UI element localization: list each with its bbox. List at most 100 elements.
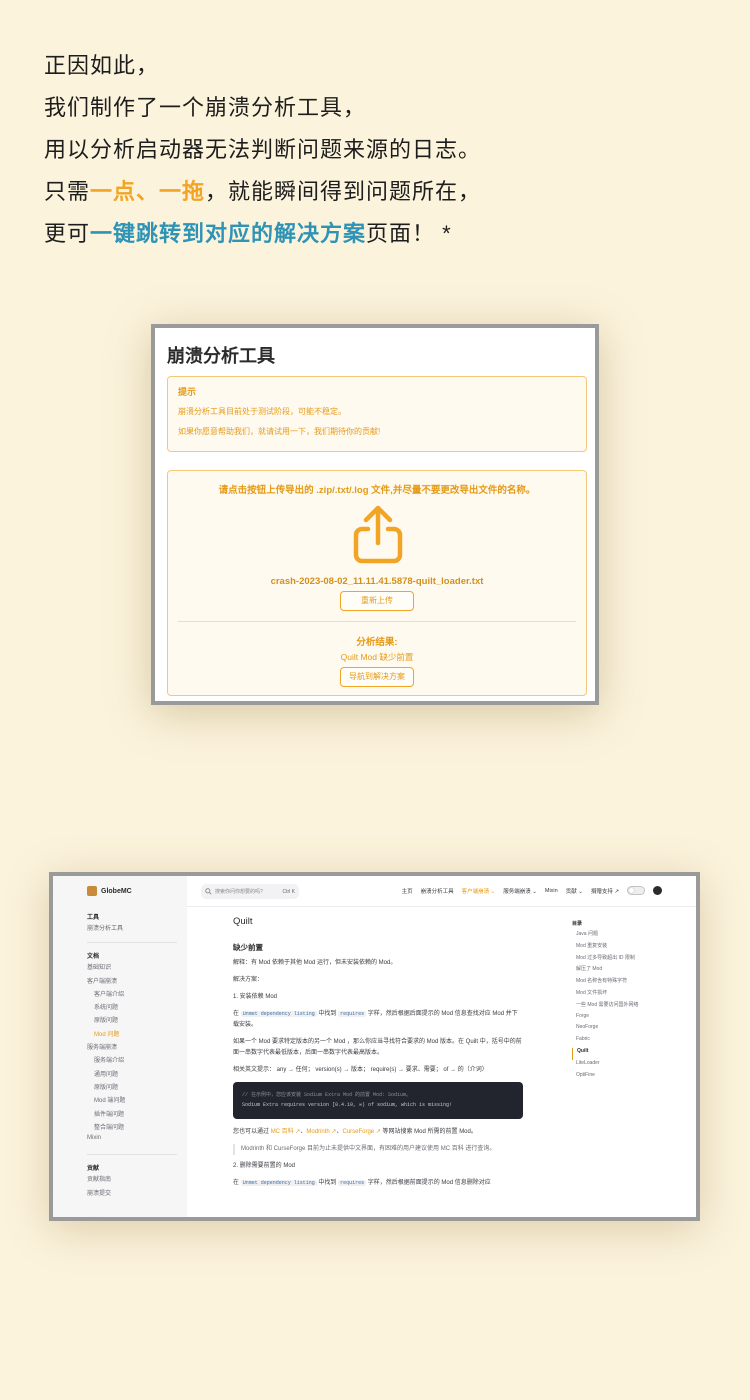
tip-line-2: 如果你愿意帮助我们，就请试用一下，我们期待你的贡献! (178, 427, 381, 436)
sidebar-list: 工具 崩溃分析工具 文档 基础知识 客户端崩溃 客户端介绍 系统问题 原版问题 … (87, 910, 177, 1201)
nav-mixin[interactable]: Mixin (545, 888, 558, 894)
search-shortcut: Ctrl K (282, 888, 296, 895)
p5-post: 字样，然后根据前面提示的 Mod 信息删除对应 (367, 1180, 491, 1186)
nav-server[interactable]: 服务端崩溃 ⌄ (503, 887, 537, 895)
toc-item[interactable]: NeoForge (572, 1024, 662, 1036)
sidebar-divider (87, 1154, 177, 1156)
toc-item[interactable]: Fabric (572, 1036, 662, 1048)
sidebar-item-common[interactable]: 通用问题 (87, 1069, 177, 1082)
sidebar-item-plugin-server[interactable]: 插件端问题 (87, 1109, 177, 1122)
toc-item[interactable]: LiteLoader (572, 1060, 662, 1072)
sidebar-item-hybrid-server[interactable]: 整合端问题 (87, 1122, 177, 1135)
code-requires-2: requires (338, 1180, 367, 1186)
toc-item[interactable]: 解压了 Mod (572, 965, 662, 977)
p1-mid: 中找到 (318, 1011, 337, 1017)
nav-contribute[interactable]: 贡献 ⌄ (566, 887, 583, 895)
link-curseforge[interactable]: CurseForge ↗ (342, 1129, 380, 1135)
p1-pre: 在 (233, 1011, 240, 1017)
intro-line-4-pre: 只需 (44, 179, 91, 204)
sidebar-item-mod-server[interactable]: Mod 端问题 (87, 1095, 177, 1108)
uploaded-filename: crash-2023-08-02_11.11.41.5878-quilt_loa… (270, 576, 484, 587)
code-unmet: Unmet dependency listing (240, 1011, 317, 1017)
site-logo[interactable]: GlobeMC (87, 886, 132, 896)
intro-line-5-pre: 更可 (44, 221, 91, 246)
intro-highlight-drag: 一点、一拖 (90, 179, 206, 204)
sidebar-divider (87, 942, 177, 944)
table-of-contents: 目录 Java 问题 Mod 重复安装 Mod 过多导致超出 ID 限制 解压了… (572, 920, 662, 1083)
intro-line-4: 只需一点、一拖，就能瞬间得到问题所在， (44, 174, 724, 210)
toc-item[interactable]: Mod 名称含有特殊字符 (572, 977, 662, 989)
sidebar-item-system[interactable]: 系统问题 (87, 1002, 177, 1015)
divider (178, 621, 576, 622)
globe-logo-icon (87, 886, 97, 896)
intro-text: 正因如此， 我们制作了一个崩溃分析工具， 用以分析启动器无法判断问题来源的日志。… (44, 48, 724, 258)
sidebar-item-server-intro[interactable]: 服务端介绍 (87, 1055, 177, 1068)
toc-item[interactable]: Forge (572, 1013, 662, 1025)
doc-content: Quilt 缺少前置 解释：有 Mod 依赖于其他 Mod 运行，但未安装依赖的… (233, 912, 523, 1195)
toc-item[interactable]: OptiFine (572, 1072, 662, 1084)
search-input[interactable]: 搜索你问你想要的吗? Ctrl K (201, 884, 299, 899)
tip-heading: 提示 (178, 387, 197, 397)
crash-tool-title: 崩溃分析工具 (167, 346, 275, 366)
tip-box: 提示 崩溃分析工具目前处于测试阶段，可能不稳定。 如果你愿意帮助我们，就请试用一… (167, 376, 587, 452)
toc-item[interactable]: Mod 重复安装 (572, 942, 662, 954)
sidebar-item-guide[interactable]: 贡献指南 (87, 1174, 177, 1187)
sidebar-item-client[interactable]: 客户端崩溃 (87, 976, 177, 989)
intro-line-2: 我们制作了一个崩溃分析工具， (44, 95, 367, 120)
navigate-solution-button[interactable]: 导航到解决方案 (340, 667, 414, 687)
solution-label: 解决方案： (233, 977, 264, 983)
intro-line-4-post: ，就能瞬间得到问题所在， (205, 179, 482, 204)
paragraph-3: 相关英文提示： any → 任何； version(s) → 版本； requi… (233, 1067, 488, 1073)
share-upload-icon[interactable] (346, 503, 410, 567)
p5-mid: 中找到 (318, 1180, 337, 1186)
theme-toggle[interactable] (627, 886, 645, 895)
toc-item[interactable]: 一些 Mod 需要访问国外网络 (572, 1001, 662, 1013)
sidebar-item-server-vanilla[interactable]: 原版问题 (87, 1082, 177, 1095)
search-placeholder: 搜索你问你想要的吗? (215, 889, 263, 895)
p5-pre: 在 (233, 1180, 240, 1186)
p4-pre: 您也可以通过 (233, 1129, 270, 1135)
top-navbar: 搜索你问你想要的吗? Ctrl K 主页 崩溃分析工具 客户端崩溃 ⌄ 服务端崩… (187, 876, 696, 907)
sidebar-item-crash-tool[interactable]: 崩溃分析工具 (87, 923, 177, 936)
nav-donate[interactable]: 捐赠支持 ↗ (591, 887, 619, 895)
sidebar-item-vanilla[interactable]: 原版问题 (87, 1015, 177, 1028)
upload-area[interactable]: 请点击按钮上传导出的 .zip/.txt/.log 文件,并尽量不要更改导出文件… (167, 470, 587, 696)
toc-item-active[interactable]: Quilt (572, 1047, 662, 1060)
github-icon[interactable] (653, 886, 662, 895)
page-title: Quilt (233, 916, 253, 927)
nav-crash-tool[interactable]: 崩溃分析工具 (421, 887, 454, 895)
explanation: 解释：有 Mod 依赖于其他 Mod 运行，但未安装依赖的 Mod。 (233, 960, 397, 966)
nav-client[interactable]: 客户端崩溃 ⌄ (462, 887, 496, 895)
toc-item[interactable]: Mod 过多导致超出 ID 限制 (572, 954, 662, 966)
toc-item[interactable]: Java 问题 (572, 930, 662, 942)
code-line: Sodium Extra requires version [0.4.10, ∞… (242, 1102, 453, 1108)
reupload-button[interactable]: 重新上传 (340, 591, 414, 611)
link-modrinth[interactable]: Modrinth ↗ (306, 1129, 336, 1135)
sidebar-item-client-intro[interactable]: 客户端介绍 (87, 989, 177, 1002)
sidebar-item-basics[interactable]: 基础知识 (87, 962, 177, 975)
section-title: 缺少前置 (233, 943, 263, 952)
sidebar-item-mixin[interactable]: Mixin (87, 1135, 177, 1148)
step-1: 1. 安装依赖 Mod (233, 994, 278, 1000)
sidebar-item-submit[interactable]: 崩溃提交 (87, 1188, 177, 1201)
toc-item[interactable]: Mod 文件损坏 (572, 989, 662, 1001)
sidebar-heading-contrib: 贡献 (87, 1166, 100, 1173)
paragraph-2: 如果一个 Mod 要求特定版本的另一个 Mod ，那么你应当寻找符合要求的 Mo… (233, 1039, 522, 1056)
link-mcmod[interactable]: MC 百科 ↗ (271, 1129, 301, 1135)
docs-site-screenshot: GlobeMC 工具 崩溃分析工具 文档 基础知识 客户端崩溃 客户端介绍 系统… (49, 872, 700, 1221)
nav-menu: 主页 崩溃分析工具 客户端崩溃 ⌄ 服务端崩溃 ⌄ Mixin 贡献 ⌄ 捐赠支… (402, 886, 662, 895)
code-comment: // 在示例中，您应该安装 Sodium Extra Mod 的前置 Mod: … (242, 1092, 412, 1098)
code-block: // 在示例中，您应该安装 Sodium Extra Mod 的前置 Mod: … (233, 1082, 523, 1119)
sidebar-heading-docs: 文档 (87, 954, 100, 961)
sidebar-item-mod[interactable]: Mod 问题 (87, 1029, 177, 1042)
intro-line-3: 用以分析启动器无法判断问题来源的日志。 (44, 137, 482, 162)
paragraph-1: 在 Unmet dependency listing 中找到 requires … (233, 1009, 523, 1031)
sidebar-item-server[interactable]: 服务端崩溃 (87, 1042, 177, 1055)
intro-line-5: 更可一键跳转到对应的解决方案页面！ * (44, 216, 724, 252)
code-unmet-2: Unmet dependency listing (240, 1180, 317, 1186)
note-quote: Modrinth 和 CurseForge 目前为止未提供中文界面，有困难的用户… (233, 1144, 523, 1155)
paragraph-4: 您也可以通过 MC 百科 ↗、Modrinth ↗、CurseForge ↗ 等… (233, 1129, 477, 1135)
nav-home[interactable]: 主页 (402, 887, 413, 895)
result-heading: 分析结果: (356, 637, 398, 648)
intro-highlight-jump: 一键跳转到对应的解决方案 (90, 221, 367, 246)
